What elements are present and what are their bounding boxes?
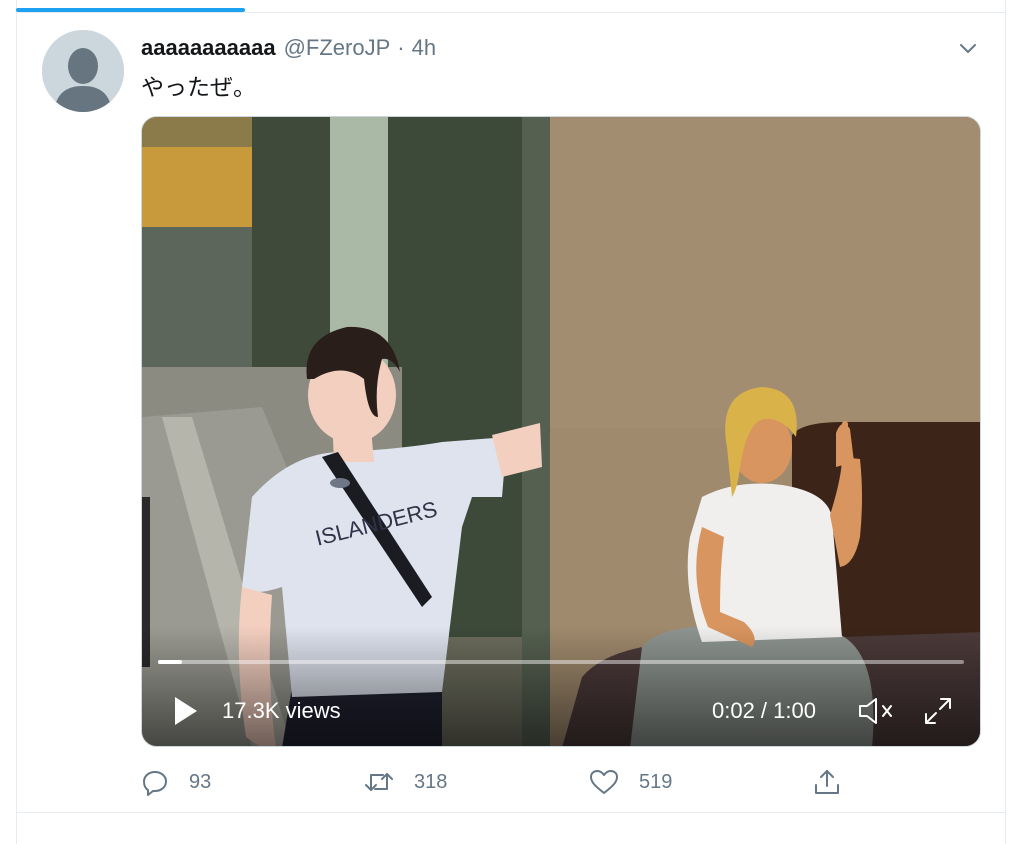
avatar[interactable] (42, 30, 124, 112)
tweet-text: やったぜ。 (141, 75, 256, 101)
tweet-menu-button[interactable] (954, 34, 982, 62)
like-count: 519 (639, 770, 673, 793)
view-count: 17.3K views (222, 698, 341, 723)
video-player[interactable]: ISLANDERS 17.3K views 0:02 / 1:00 (141, 116, 981, 747)
heart-icon (590, 770, 618, 794)
tweet-header: aaaaaaaaaaa @FZeroJP · 4h (141, 34, 436, 62)
header-separator: · (397, 35, 405, 60)
video-progress-fill (158, 660, 183, 664)
muted-speaker-icon (859, 698, 892, 724)
video-time: 0:02 / 1:00 (712, 698, 816, 723)
share-icon (815, 770, 839, 794)
fullscreen-button[interactable] (918, 693, 958, 729)
like-button[interactable]: 519 (589, 764, 672, 800)
retweet-count: 318 (414, 770, 448, 793)
reply-icon (143, 771, 167, 796)
tweet-divider (16, 812, 1006, 813)
tweet-timestamp[interactable]: 4h (412, 35, 436, 61)
expand-icon (925, 698, 951, 724)
video-progress-bar[interactable] (158, 660, 964, 664)
play-button[interactable] (168, 691, 204, 731)
top-divider (16, 12, 1006, 13)
author-handle[interactable]: @FZeroJP (284, 35, 391, 61)
default-avatar-icon (42, 30, 124, 112)
chevron-down-icon (960, 44, 976, 53)
share-button[interactable] (812, 764, 842, 800)
retweet-button[interactable]: 318 (364, 764, 447, 800)
author-display-name[interactable]: aaaaaaaaaaa (141, 35, 276, 61)
play-icon (175, 697, 197, 725)
reply-button[interactable]: 93 (141, 764, 211, 800)
mute-button[interactable] (854, 693, 898, 729)
reply-count: 93 (189, 770, 212, 793)
retweet-icon (365, 773, 393, 791)
